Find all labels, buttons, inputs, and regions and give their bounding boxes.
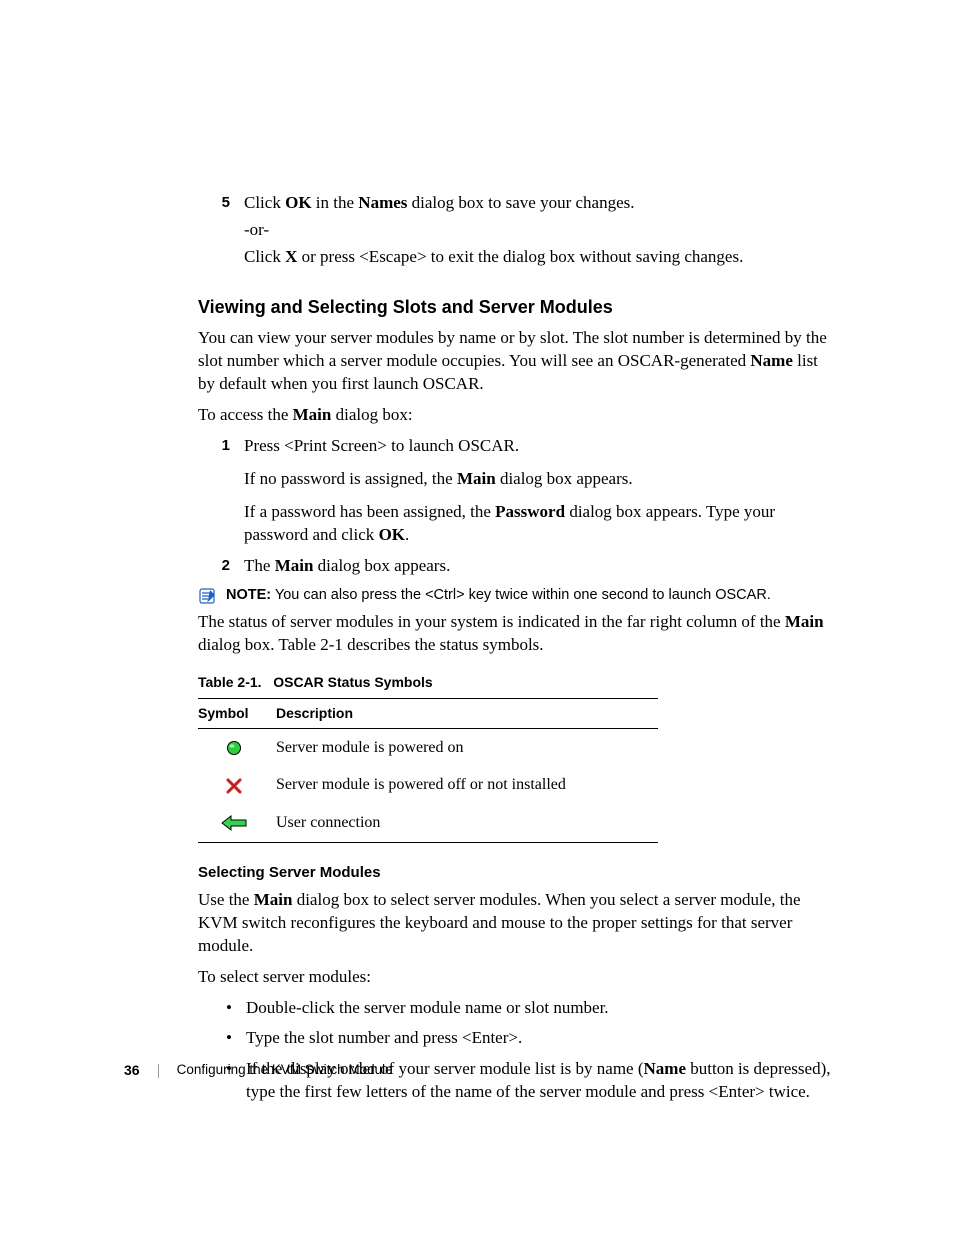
paragraph: To access the Main dialog box: <box>198 404 834 427</box>
footer-separator-icon <box>158 1064 159 1078</box>
text: If a password has been assigned, the <box>244 502 495 521</box>
step-body: The Main dialog box appears. <box>244 555 834 578</box>
text: The <box>244 556 275 575</box>
note-icon <box>198 587 218 605</box>
table-caption: Table 2-1. OSCAR Status Symbols <box>198 673 834 692</box>
text: dialog box: <box>331 405 412 424</box>
bold: OK <box>285 193 311 212</box>
bullet-list: Double-click the server module name or s… <box>226 997 834 1105</box>
status-symbols-table: Symbol Description Server module is powe… <box>198 698 658 843</box>
bold: Main <box>254 890 293 909</box>
section-heading: Viewing and Selecting Slots and Server M… <box>198 295 834 319</box>
step-2: 2 The Main dialog box appears. <box>198 555 834 578</box>
text: in the <box>312 193 359 212</box>
table-row: Server module is powered on <box>198 728 658 766</box>
page-number: 36 <box>124 1061 140 1080</box>
col-symbol: Symbol <box>198 698 276 728</box>
list-item: Double-click the server module name or s… <box>226 997 834 1020</box>
table-row: User connection <box>198 804 658 842</box>
page: 5 Click OK in the Names dialog box to sa… <box>0 0 954 1235</box>
text: You can view your server modules by name… <box>198 328 827 370</box>
symbol-cell <box>198 766 276 804</box>
list-item: Type the slot number and press <Enter>. <box>226 1027 834 1050</box>
step-body: Click OK in the Names dialog box to save… <box>244 192 834 269</box>
bold: Name <box>750 351 792 370</box>
paragraph: To select server modules: <box>198 966 834 989</box>
step-sub: Click X or press <Escape> to exit the di… <box>244 246 834 269</box>
desc-cell: Server module is powered off or not inst… <box>276 766 658 804</box>
text: Click <box>244 247 285 266</box>
caption-title: OSCAR Status Symbols <box>273 674 432 690</box>
chapter-title: Configuring the KVM Switch Module <box>177 1061 393 1079</box>
col-description: Description <box>276 698 658 728</box>
text: or press <Escape> to exit the dialog box… <box>297 247 743 266</box>
paragraph: Use the Main dialog box to select server… <box>198 889 834 958</box>
bold: Main <box>785 612 824 631</box>
bold: Password <box>495 502 565 521</box>
text: Click <box>244 193 285 212</box>
powered-off-icon <box>226 778 242 794</box>
subsection-heading: Selecting Server Modules <box>198 863 834 883</box>
bold: X <box>285 247 297 266</box>
step-sub: If no password is assigned, the Main dia… <box>244 468 834 491</box>
desc-cell: User connection <box>276 804 658 842</box>
bold: Name <box>644 1059 686 1078</box>
text: You can also press the <Ctrl> key twice … <box>271 587 771 603</box>
bold: Main <box>275 556 314 575</box>
note-text: NOTE: You can also press the <Ctrl> key … <box>226 586 771 606</box>
symbol-cell <box>198 804 276 842</box>
table-header-row: Symbol Description <box>198 698 658 728</box>
step-sub: If a password has been assigned, the Pas… <box>244 501 834 547</box>
bold: Main <box>293 405 332 424</box>
step-1: 1 Press <Print Screen> to launch OSCAR. … <box>198 435 834 547</box>
note: NOTE: You can also press the <Ctrl> key … <box>198 586 834 606</box>
text: If no password is assigned, the <box>244 469 457 488</box>
powered-on-icon <box>226 740 242 756</box>
bold: Names <box>358 193 407 212</box>
user-connection-icon <box>221 815 247 831</box>
symbol-cell <box>198 728 276 766</box>
step-5: 5 Click OK in the Names dialog box to sa… <box>198 192 834 269</box>
caption-number: Table 2-1. <box>198 674 262 690</box>
step-number: 2 <box>198 555 244 578</box>
table-row: Server module is powered off or not inst… <box>198 766 658 804</box>
note-label: NOTE: <box>226 587 271 603</box>
desc-cell: Server module is powered on <box>276 728 658 766</box>
bold: OK <box>379 525 405 544</box>
step-number: 1 <box>198 435 244 547</box>
bold: Main <box>457 469 496 488</box>
text: . <box>405 525 409 544</box>
text: dialog box appears. <box>496 469 633 488</box>
text: To access the <box>198 405 293 424</box>
step-line: Click OK in the Names dialog box to save… <box>244 192 834 215</box>
step-sub: -or- <box>244 219 834 242</box>
text: The status of server modules in your sys… <box>198 612 785 631</box>
step-body: Press <Print Screen> to launch OSCAR. If… <box>244 435 834 547</box>
text: dialog box appears. <box>313 556 450 575</box>
paragraph: You can view your server modules by name… <box>198 327 834 396</box>
text: dialog box. Table 2-1 describes the stat… <box>198 635 544 654</box>
text: Use the <box>198 890 254 909</box>
step-number: 5 <box>198 192 244 269</box>
page-footer: 36 Configuring the KVM Switch Module <box>124 1061 393 1080</box>
text: dialog box to save your changes. <box>407 193 634 212</box>
paragraph: The status of server modules in your sys… <box>198 611 834 657</box>
step-line: Press <Print Screen> to launch OSCAR. <box>244 435 834 458</box>
